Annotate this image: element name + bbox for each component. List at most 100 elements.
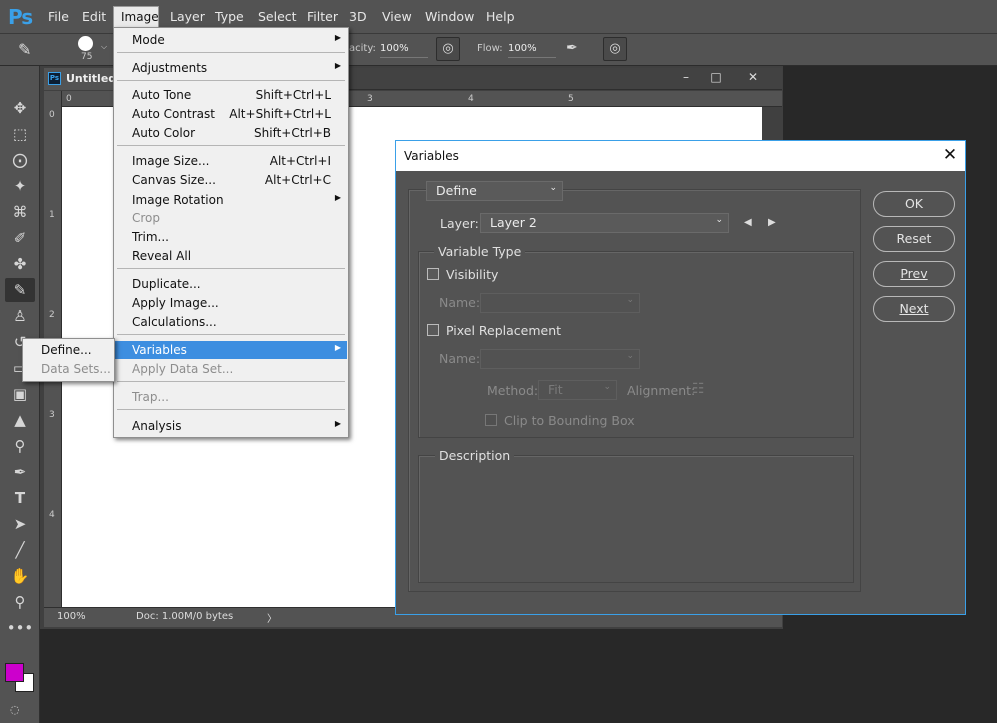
menu-item-reveal-all[interactable]: Reveal All	[115, 247, 347, 265]
mode-dropdown[interactable]: Define ⌄	[426, 181, 563, 201]
menu-item-shortcut: Alt+Ctrl+C	[264, 173, 331, 187]
ruler-left-4: 4	[49, 510, 55, 520]
submenu-item-define[interactable]: Define...	[41, 343, 92, 357]
menu-item-label: Calculations...	[132, 315, 217, 329]
next-layer-arrow-icon[interactable]: ▶	[768, 217, 776, 228]
menu-help[interactable]: Help	[486, 9, 515, 24]
line-icon[interactable]: ╱	[5, 538, 35, 562]
menu-image[interactable]: Image	[113, 6, 159, 28]
menu-item-auto-color[interactable]: Auto Color Shift+Ctrl+B	[115, 124, 347, 142]
prev-button[interactable]: Prev	[873, 261, 955, 287]
marquee-icon[interactable]: ⬚	[5, 122, 35, 146]
menu-select[interactable]: Select	[258, 9, 297, 24]
menu-item-auto-contrast[interactable]: Auto Contrast Alt+Shift+Ctrl+L	[115, 105, 347, 123]
blur-icon[interactable]: ▲	[5, 408, 35, 432]
menu-type[interactable]: Type	[215, 9, 244, 24]
menu-item-canvas-size[interactable]: Canvas Size... Alt+Ctrl+C	[115, 171, 347, 189]
visibility-name-dropdown[interactable]: ⌄	[480, 293, 640, 313]
pixel-replacement-checkbox[interactable]	[427, 324, 439, 336]
lasso-icon[interactable]: ⨀	[5, 148, 35, 172]
menu-item-analysis[interactable]: Analysis ▶	[115, 417, 347, 435]
pen-icon[interactable]: ✒	[5, 460, 35, 484]
type-icon[interactable]: T	[5, 486, 35, 510]
maximize-icon[interactable]: □	[705, 70, 727, 86]
brush-preset-chevron-icon[interactable]: ⌵	[101, 42, 107, 52]
menu-edit[interactable]: Edit	[82, 9, 106, 24]
brush-icon[interactable]: ✎	[5, 278, 35, 302]
pixel-name-dropdown[interactable]: ⌄	[480, 349, 640, 369]
status-menu-chevron-icon[interactable]: 〉	[267, 610, 277, 625]
zoom-icon[interactable]: ⚲	[5, 590, 35, 614]
menu-item-trap[interactable]: Trap...	[115, 388, 347, 406]
chevron-down-icon: ⌄	[715, 215, 723, 225]
reset-button[interactable]: Reset	[873, 226, 955, 252]
menu-item-image-size[interactable]: Image Size... Alt+Ctrl+I	[115, 152, 347, 170]
healing-icon[interactable]: ✤	[5, 252, 35, 276]
close-document-icon[interactable]: ✕	[742, 70, 764, 86]
ruler-left-3: 3	[49, 410, 55, 420]
menu-item-calculations[interactable]: Calculations...	[115, 313, 347, 331]
menu-separator	[117, 145, 345, 146]
flow-field[interactable]: 100%	[508, 41, 556, 58]
foreground-color-swatch[interactable]	[5, 663, 24, 682]
opacity-field[interactable]: 100%	[380, 41, 428, 58]
menu-layer[interactable]: Layer	[170, 9, 205, 24]
menu-item-image-rotation[interactable]: Image Rotation ▶	[115, 191, 347, 209]
menu-item-label: Trap...	[132, 390, 169, 404]
brush-preset-icon[interactable]	[78, 36, 93, 51]
path-select-icon[interactable]: ➤	[5, 512, 35, 536]
menu-view[interactable]: View	[382, 9, 412, 24]
menu-item-duplicate[interactable]: Duplicate...	[115, 275, 347, 293]
menu-item-variables[interactable]: Variables ▶	[115, 341, 347, 359]
opacity-label: acity:	[349, 43, 376, 54]
crop-icon[interactable]: ⌘	[5, 200, 35, 224]
hand-icon[interactable]: ✋	[5, 564, 35, 588]
method-dropdown[interactable]: Fit ⌄	[538, 380, 617, 400]
layer-dropdown-value: Layer 2	[490, 215, 537, 230]
menu-item-apply-image[interactable]: Apply Image...	[115, 294, 347, 312]
pressure-size-icon[interactable]: ◎	[603, 37, 627, 61]
minimize-icon[interactable]: –	[675, 70, 697, 86]
pixel-name-label: Name:	[439, 351, 481, 366]
menu-item-label: Image Size...	[132, 154, 210, 168]
move-icon[interactable]: ✥	[5, 96, 35, 120]
ruler-top-0: 0	[66, 94, 72, 104]
menu-file[interactable]: File	[48, 9, 69, 24]
ruler-left-0: 0	[49, 110, 55, 120]
ok-button[interactable]: OK	[873, 191, 955, 217]
visibility-checkbox[interactable]	[427, 268, 439, 280]
photoshop-logo: Ps	[8, 5, 33, 29]
menu-item-mode[interactable]: Mode ▶	[115, 31, 347, 49]
next-button[interactable]: Next	[873, 296, 955, 322]
alignment-grid-icon[interactable]: ☷	[692, 380, 712, 400]
more-icon[interactable]: •••	[5, 616, 35, 640]
menu-item-trim[interactable]: Trim...	[115, 228, 347, 246]
layer-dropdown[interactable]: Layer 2 ⌄	[480, 213, 729, 233]
menu-item-label: Duplicate...	[132, 277, 201, 291]
zoom-level[interactable]: 100%	[57, 611, 86, 622]
menu-item-adjustments[interactable]: Adjustments ▶	[115, 59, 347, 77]
menu-item-apply-data-set[interactable]: Apply Data Set...	[115, 360, 347, 378]
ruler-left-1: 1	[49, 210, 55, 220]
menu-filter[interactable]: Filter	[307, 9, 338, 24]
quick-mask-icon[interactable]: ◌	[10, 703, 28, 717]
menu-item-auto-tone[interactable]: Auto Tone Shift+Ctrl+L	[115, 86, 347, 104]
eyedropper-icon[interactable]: ✐	[5, 226, 35, 250]
variables-submenu: Define... Data Sets...	[22, 338, 115, 382]
pressure-opacity-icon[interactable]: ◎	[436, 37, 460, 61]
dodge-icon[interactable]: ⚲	[5, 434, 35, 458]
airbrush-icon[interactable]: ✒	[566, 40, 588, 60]
submenu-item-data-sets[interactable]: Data Sets...	[41, 362, 111, 376]
clip-bounding-box-checkbox[interactable]	[485, 414, 497, 426]
menu-3d[interactable]: 3D	[349, 9, 367, 24]
quick-select-icon[interactable]: ✦	[5, 174, 35, 198]
submenu-arrow-icon: ▶	[334, 193, 341, 202]
chevron-down-icon: ⌄	[603, 382, 611, 392]
brush-tool-icon[interactable]: ✎	[18, 40, 40, 60]
gradient-icon[interactable]: ▣	[5, 382, 35, 406]
previous-layer-arrow-icon[interactable]: ◀	[744, 217, 752, 228]
close-icon[interactable]: ✕	[940, 145, 960, 165]
stamp-icon[interactable]: ♙	[5, 304, 35, 328]
menu-item-crop[interactable]: Crop	[115, 209, 347, 227]
menu-window[interactable]: Window	[425, 9, 474, 24]
